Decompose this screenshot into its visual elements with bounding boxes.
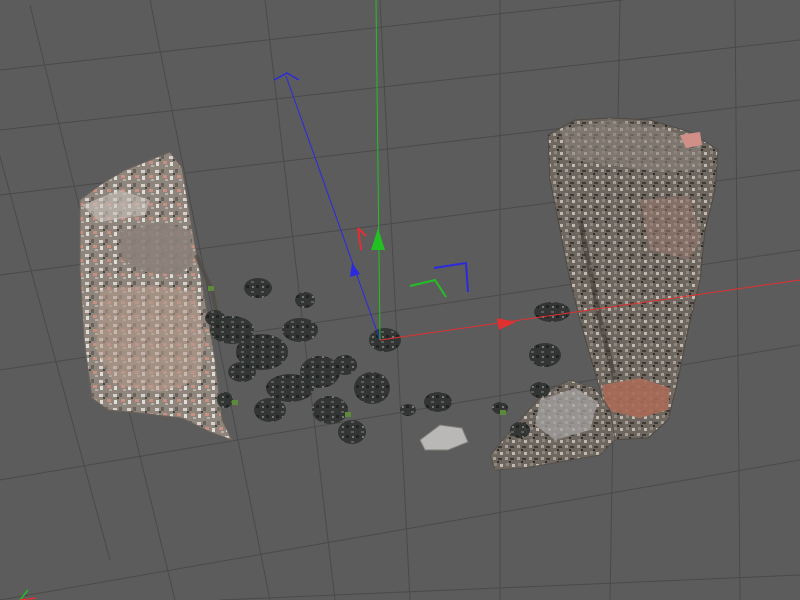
grid-line [0, 0, 627, 71]
debris-cluster [354, 372, 390, 404]
debris-cluster [333, 355, 357, 375]
debris-cluster [534, 302, 570, 322]
debris-cluster [338, 420, 366, 444]
debris-cluster [400, 404, 416, 416]
debris-cluster [295, 292, 315, 308]
moss-speck [232, 400, 238, 405]
y-move-handle-icon[interactable] [371, 228, 385, 250]
debris-cluster [217, 392, 233, 408]
debris-cluster [254, 398, 286, 422]
debris-cluster [244, 278, 272, 298]
y-rotation-handle-icon[interactable] [409, 278, 447, 298]
x-move-handle-icon[interactable] [497, 318, 516, 330]
moss-speck [208, 286, 214, 291]
moss-speck [345, 412, 351, 417]
viewport-canvas[interactable] [0, 0, 800, 600]
grid-line [734, 0, 741, 600]
debris-cluster [266, 374, 314, 402]
debris-cluster [369, 328, 401, 352]
grid-line [0, 459, 800, 600]
debris-cluster [312, 396, 348, 424]
debris-cluster [529, 343, 561, 367]
grid-line [0, 39, 800, 131]
debris-cluster [424, 392, 452, 412]
z-move-handle-icon[interactable] [350, 263, 360, 277]
x-rotation-handle-icon[interactable] [357, 227, 367, 251]
debris-cluster [205, 310, 225, 326]
debris-cluster [510, 422, 530, 438]
debris-cluster [282, 318, 318, 342]
debris-cluster [530, 382, 550, 398]
ground-debris[interactable] [205, 278, 570, 444]
debris-cluster [228, 362, 256, 382]
3d-viewport[interactable] [0, 0, 800, 600]
grid-line [219, 574, 800, 600]
grid-line [379, 0, 411, 600]
y-axis-line [375, 0, 381, 341]
moss-speck [500, 410, 506, 415]
